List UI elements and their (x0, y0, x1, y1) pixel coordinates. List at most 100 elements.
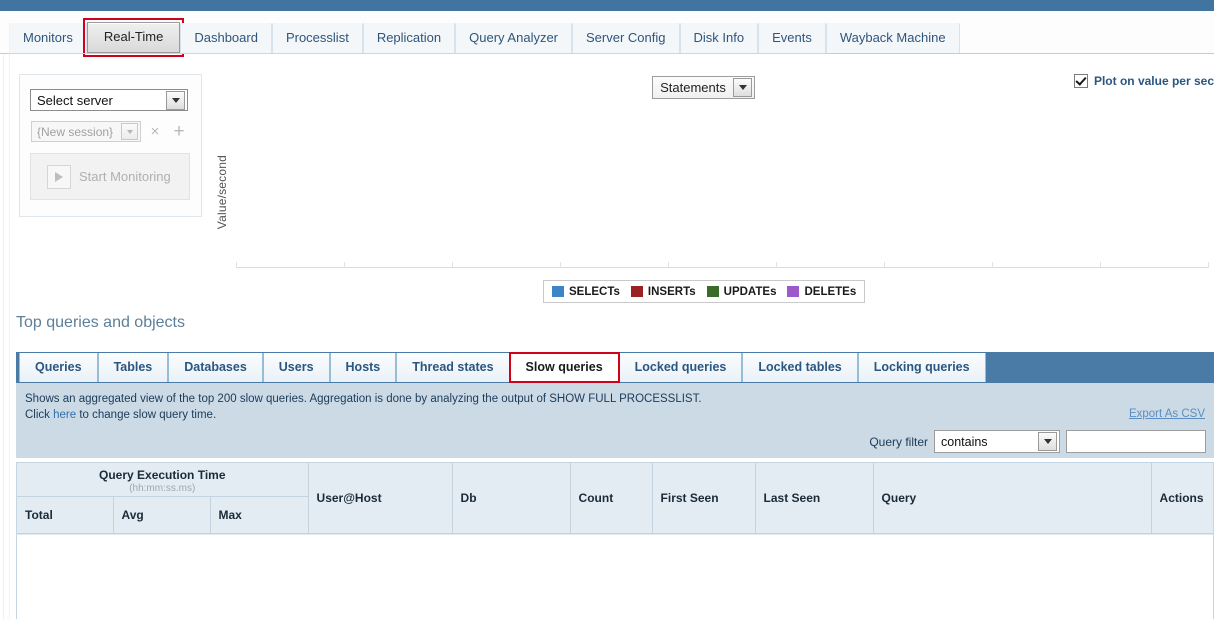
nav-tab-monitors[interactable]: Monitors (9, 23, 87, 53)
query-filter-input[interactable] (1066, 430, 1206, 453)
nav-tab-replication[interactable]: Replication (362, 23, 456, 53)
col-query[interactable]: Query (873, 462, 1152, 534)
chart-x-tick (344, 262, 345, 268)
chart-legend: SELECTs INSERTs UPDATEs DELETEs (543, 280, 866, 303)
col-avg[interactable]: Avg (113, 496, 211, 534)
sub-tab-locked-tables[interactable]: Locked tables (742, 353, 858, 382)
col-user-host[interactable]: User@Host (308, 462, 453, 534)
legend-label: UPDATEs (723, 285, 777, 298)
sub-tab-slow-queries[interactable]: Slow queries (508, 352, 620, 383)
chart-x-axis (236, 267, 1208, 268)
chart-y-axis-label: Value/second (215, 155, 229, 230)
legend-item-selects: SELECTs (552, 286, 620, 298)
nav-tab-wayback-machine[interactable]: Wayback Machine (825, 23, 960, 53)
sub-tab-locking-queries[interactable]: Locking queries (857, 353, 986, 382)
change-slow-query-time-link[interactable]: here (53, 409, 76, 421)
monitoring-control-panel: Select server {New session} × + Start Mo… (19, 74, 202, 217)
query-filter-row: Query filter contains (869, 430, 1206, 453)
col-first-seen[interactable]: First Seen (652, 462, 756, 534)
legend-swatch-icon (552, 286, 564, 297)
sub-tab-label: Thread states (412, 360, 494, 374)
server-select[interactable]: Select server (30, 89, 188, 111)
info-line-1: Shows an aggregated view of the top 200 … (25, 393, 702, 405)
nav-tab-real-time[interactable]: Real-Time (82, 18, 185, 57)
col-query-execution-time: Query Execution Time (hh:mm:ss.ms) (17, 462, 309, 497)
plus-icon[interactable]: + (169, 122, 189, 142)
sub-tab-label: Databases (184, 360, 247, 374)
start-monitoring-label: Start Monitoring (79, 169, 171, 184)
chart-x-tick (668, 262, 669, 268)
legend-item-updates: UPDATEs (706, 285, 777, 298)
slow-queries-info-strip: Shows an aggregated view of the top 200 … (16, 383, 1214, 458)
nav-tab-label: Events (772, 30, 812, 45)
slow-queries-table-header: Query Execution Time (hh:mm:ss.ms) User@… (17, 462, 1213, 534)
sub-tab-databases[interactable]: Databases (168, 353, 263, 382)
session-select[interactable]: {New session} (31, 121, 141, 142)
col-db[interactable]: Db (452, 462, 571, 534)
app-top-bar (0, 0, 1214, 11)
sub-tab-tables[interactable]: Tables (97, 353, 169, 382)
nav-tab-disk-info[interactable]: Disk Info (679, 23, 759, 53)
col-query-execution-time-units: (hh:mm:ss.ms) (129, 483, 196, 494)
slow-queries-table-body (17, 534, 1213, 619)
legend-label: DELETEs (804, 285, 857, 298)
query-filter-operator-value: contains (941, 434, 988, 449)
col-count[interactable]: Count (570, 462, 653, 534)
info-line-2-after: to change slow query time. (76, 409, 217, 421)
chevron-down-icon[interactable] (121, 123, 138, 140)
sub-tab-locked-queries[interactable]: Locked queries (618, 353, 743, 382)
query-filter-label: Query filter (869, 434, 928, 449)
session-row: {New session} × + (31, 121, 189, 142)
nav-tab-processlist[interactable]: Processlist (271, 23, 363, 53)
chart-x-tick (1208, 262, 1209, 268)
export-as-csv-link[interactable]: Export As CSV (1129, 408, 1205, 420)
sub-tab-label: Hosts (345, 360, 381, 374)
sub-tab-hosts[interactable]: Hosts (329, 353, 397, 382)
page-gutter-line-2 (9, 53, 10, 619)
chart-x-tick (236, 262, 237, 268)
nav-tab-label: Replication (376, 30, 442, 45)
legend-label: SELECTs (569, 285, 620, 298)
sub-tab-label: Locked queries (634, 360, 727, 374)
nav-tab-events[interactable]: Events (758, 23, 826, 53)
legend-swatch-icon (787, 286, 800, 297)
sub-tab-label: Queries (35, 360, 82, 374)
info-line-2: Click here to change slow query time. (25, 407, 702, 423)
sub-tab-queries[interactable]: Queries (19, 353, 98, 382)
query-filter-operator-select[interactable]: contains (934, 430, 1060, 453)
sub-tab-label: Users (278, 360, 314, 374)
col-total[interactable]: Total (17, 496, 114, 534)
sub-tab-thread-states[interactable]: Thread states (396, 353, 510, 382)
nav-tab-label: Processlist (285, 30, 349, 45)
chevron-down-icon[interactable] (166, 90, 185, 110)
sub-tab-users[interactable]: Users (262, 353, 330, 382)
realtime-chart-plot-area (236, 70, 1208, 267)
chart-x-tick (452, 262, 453, 268)
sub-tab-label: Tables (113, 360, 153, 374)
col-actions: Actions (1151, 462, 1213, 534)
chevron-down-icon[interactable] (1038, 432, 1057, 451)
nav-tab-label: Disk Info (693, 30, 745, 45)
sub-tab-label: Locking queries (873, 360, 970, 374)
nav-tab-label: Query Analyzer (469, 30, 559, 45)
legend-swatch-icon (630, 286, 643, 297)
main-nav-bar: Monitors Real-Time Dashboard Processlist Rep… (0, 11, 1214, 57)
info-line-2-before: Click (25, 409, 54, 421)
nav-tab-query-analyzer[interactable]: Query Analyzer (455, 23, 573, 53)
slow-queries-table: Query Execution Time (hh:mm:ss.ms) User@… (16, 462, 1214, 619)
chart-x-tick (560, 262, 561, 268)
sub-tab-label: Locked tables (758, 360, 842, 374)
start-monitoring-button[interactable]: Start Monitoring (30, 153, 190, 200)
col-last-seen[interactable]: Last Seen (755, 462, 874, 534)
nav-tab-label: Dashboard (194, 30, 258, 45)
chart-x-tick (776, 262, 777, 268)
nav-tab-label: Real-Time (103, 29, 164, 44)
nav-tab-dashboard[interactable]: Dashboard (180, 23, 272, 53)
chart-x-tick (992, 262, 993, 268)
close-icon[interactable]: × (145, 122, 165, 142)
chart-x-tick (1100, 262, 1101, 268)
page-root: Monitors Real-Time Dashboard Processlist Rep… (0, 0, 1214, 619)
page-gutter-line (3, 53, 4, 619)
nav-tab-server-config[interactable]: Server Config (572, 23, 680, 53)
col-max[interactable]: Max (210, 496, 309, 534)
